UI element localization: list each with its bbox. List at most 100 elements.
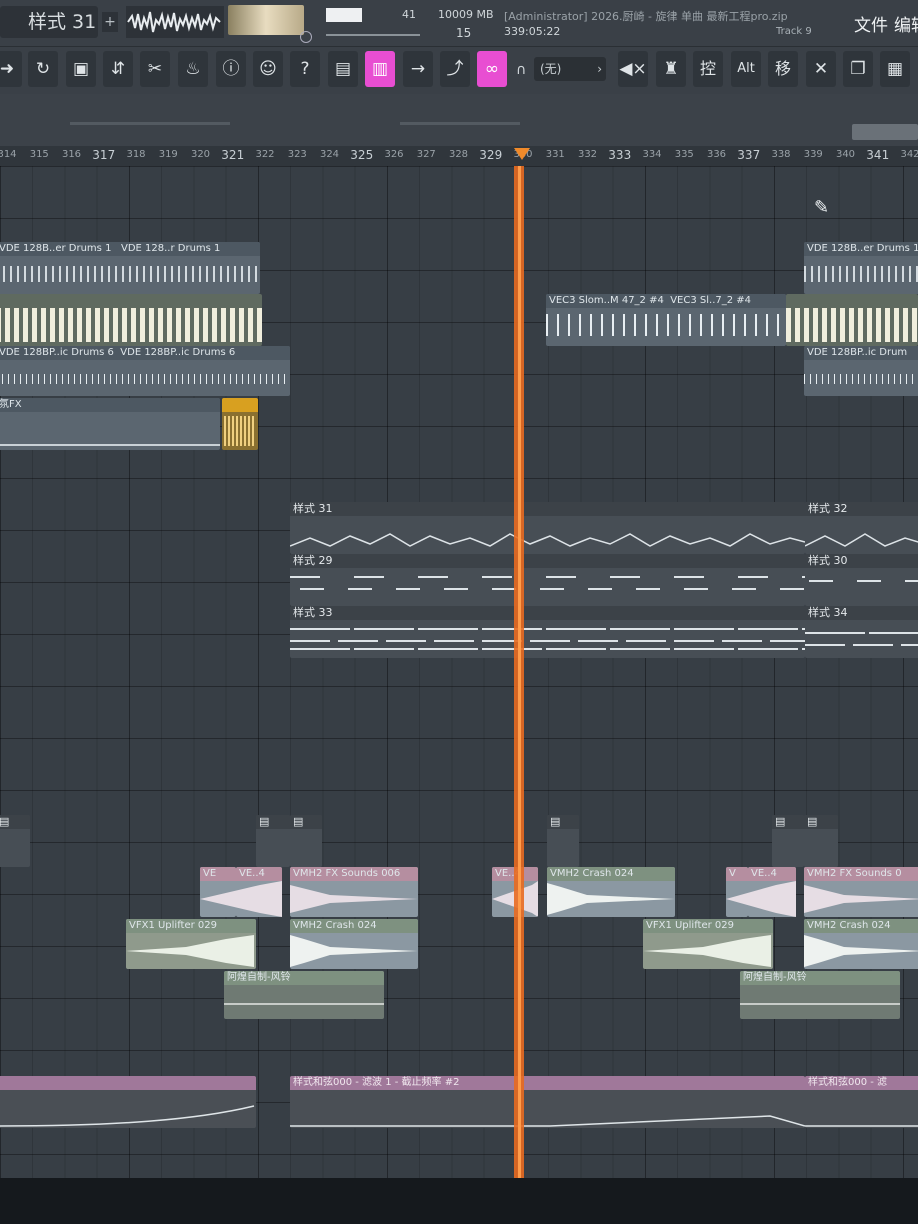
ruler-number: 337 [737, 148, 761, 162]
ruler-number: 318 [126, 149, 146, 160]
audio-clip[interactable] [0, 294, 262, 346]
mute-icon[interactable]: ◀× [618, 51, 648, 87]
overview-scroll-handle[interactable] [852, 124, 918, 140]
next-icon[interactable]: → [403, 51, 433, 87]
curve-icon[interactable]: ⤴ [440, 51, 470, 87]
align-icon[interactable]: ⇵ [103, 51, 133, 87]
clip-label: VEC3 Slom..M 47_2 #4 [549, 295, 664, 306]
cut-icon[interactable]: ✂ [140, 51, 170, 87]
paste-icon[interactable]: ▦ [880, 51, 910, 87]
audio-clip[interactable]: VMH2 FX Sounds 0 [804, 867, 918, 917]
window-title: [Administrator] 2026.厨崎 - 旋律 单曲 最新工程pro.… [504, 10, 788, 23]
clip-label: 样式 33 [290, 606, 805, 620]
ruler-number: 336 [706, 149, 727, 160]
snap-selector[interactable]: (无) › [534, 57, 606, 81]
automation-clip[interactable]: 样式和弦000 - 滤波 1 - 截止频率 #2 [290, 1076, 805, 1128]
stamp-icon[interactable]: ♜ [656, 51, 686, 87]
clip-label: 样式和弦000 - 滤 [805, 1076, 918, 1090]
playlist-overview[interactable] [0, 94, 918, 146]
clip-label: 样式 29 [290, 554, 805, 568]
ruler-number: 339 [803, 149, 823, 160]
waveform-icon [200, 881, 282, 917]
chat-icon[interactable]: ☺ [253, 51, 283, 87]
add-pattern-button[interactable]: + [102, 12, 118, 32]
clip-label: 阿煌自制-风铃 [740, 971, 900, 985]
clip-label: 样式 30 [805, 554, 918, 568]
audio-clip[interactable]: 阿煌自制-风铃 [224, 971, 384, 1019]
playhead-line [518, 166, 521, 1178]
waveform-monitor [126, 6, 224, 38]
audio-clip[interactable] [786, 294, 918, 346]
pattern-clip[interactable]: ▤ [804, 815, 838, 867]
audio-clip[interactable]: VDE 128B..er Drums 1 [804, 242, 918, 294]
clip-label: VMH2 Crash 024 [804, 919, 918, 933]
pattern-clip[interactable]: ▤ [290, 815, 322, 867]
help-icon[interactable]: ? [290, 51, 320, 87]
shift-button[interactable]: 移 [768, 51, 798, 87]
pattern-clip[interactable]: 样式 29 [290, 554, 805, 606]
copy-icon[interactable]: ❐ [843, 51, 873, 87]
pitch-knob-icon[interactable] [300, 31, 312, 43]
cpu-meter-line [326, 34, 420, 36]
audio-clip[interactable]: VDE 128BP..ic Drum [804, 346, 918, 396]
pattern-clip[interactable]: 样式 34 [805, 606, 918, 658]
menu-edit[interactable]: 编辑 [894, 11, 918, 36]
save-icon[interactable]: ▣ [66, 51, 96, 87]
ruler-number: 328 [448, 149, 469, 160]
mic-icon[interactable]: ♨ [178, 51, 208, 87]
close-icon[interactable]: ✕ [806, 51, 836, 87]
audio-clip[interactable]: 阿煌自制-风铃 [740, 971, 900, 1019]
playhead-marker-icon[interactable] [514, 148, 530, 160]
clip-label: 样式 31 [290, 502, 805, 516]
pattern-clip[interactable]: ▤ [256, 815, 290, 867]
clip-label: 样式 34 [805, 606, 918, 620]
info-icon[interactable]: ⓘ [216, 51, 246, 87]
audio-clip[interactable]: VDE 128BP..ic Drums 6 VDE 128BP..ic Drum… [0, 346, 290, 396]
master-volume-meter [228, 5, 304, 35]
note-preview [805, 533, 918, 547]
ruler-number: 331 [545, 149, 565, 160]
magnet-icon[interactable]: ∩ [516, 62, 526, 78]
pattern-clip[interactable]: ▤ [772, 815, 804, 867]
pattern-clip[interactable]: 样式 33 [290, 606, 805, 658]
ruler-number: 315 [29, 149, 49, 160]
pattern-clip[interactable]: ▤ [547, 815, 579, 867]
audio-clip[interactable] [222, 398, 258, 450]
pattern-clip[interactable]: 样式 31 [290, 502, 805, 554]
window-icon[interactable]: ▤ [328, 51, 358, 87]
audio-clip[interactable]: 氛FX [0, 398, 220, 450]
alt-button[interactable]: Alt [731, 51, 761, 87]
pattern-clip[interactable]: 样式 30 [805, 554, 918, 606]
ctrl-button[interactable]: 控 [693, 51, 723, 87]
clip-label: VFX1 Uplifter 029 [643, 919, 773, 933]
pattern-label: 样式 31 [28, 11, 97, 33]
audio-clip[interactable]: VFX1 Uplifter 029 [126, 919, 256, 969]
pattern-clip[interactable]: 样式 32 [805, 502, 918, 554]
timeline-ruler[interactable]: 314 315 316 317 318 319 320 321 322 323 324 325 326 3… [0, 146, 918, 167]
link-icon[interactable]: ∞ [477, 51, 507, 87]
piano-icon[interactable]: ▥ [365, 51, 395, 87]
clip-label: 样式 32 [805, 502, 918, 516]
audio-clip[interactable]: VMH2 Crash 024 [804, 919, 918, 969]
ruler-number: 334 [642, 149, 662, 160]
menu-file[interactable]: 文件 [854, 11, 888, 36]
pattern-clip[interactable]: ▤ [0, 815, 30, 867]
arrow-right-icon[interactable]: ➜ [0, 51, 22, 87]
audio-clip[interactable]: VMH2 Crash 024 [290, 919, 418, 969]
audio-clip[interactable]: VMH2 FX Sounds 006 [290, 867, 418, 917]
clip-label: VMH2 FX Sounds 006 [290, 867, 418, 881]
clip-label: VE..4 [748, 867, 796, 881]
ruler-number: 333 [608, 148, 632, 162]
automation-clip[interactable] [0, 1076, 256, 1128]
loop-icon[interactable]: ↻ [28, 51, 58, 87]
pattern-selector[interactable]: 样式 31 [0, 6, 98, 38]
ruler-number: 338 [771, 149, 791, 160]
snap-value: (无) [540, 62, 562, 76]
ruler-number: 320 [190, 149, 211, 160]
automation-clip[interactable]: 样式和弦000 - 滤 [805, 1076, 918, 1128]
audio-clip[interactable]: VFX1 Uplifter 029 [643, 919, 773, 969]
audio-clip[interactable]: VMH2 Crash 024 [547, 867, 675, 917]
audio-clip[interactable]: VEC3 Slom..M 47_2 #4 VEC3 Sl..7_2 #4 [546, 294, 786, 346]
ruler-number: 317 [92, 148, 116, 162]
audio-clip[interactable]: VDE 128B..er Drums 1 VDE 128..r Drums 1 [0, 242, 260, 294]
